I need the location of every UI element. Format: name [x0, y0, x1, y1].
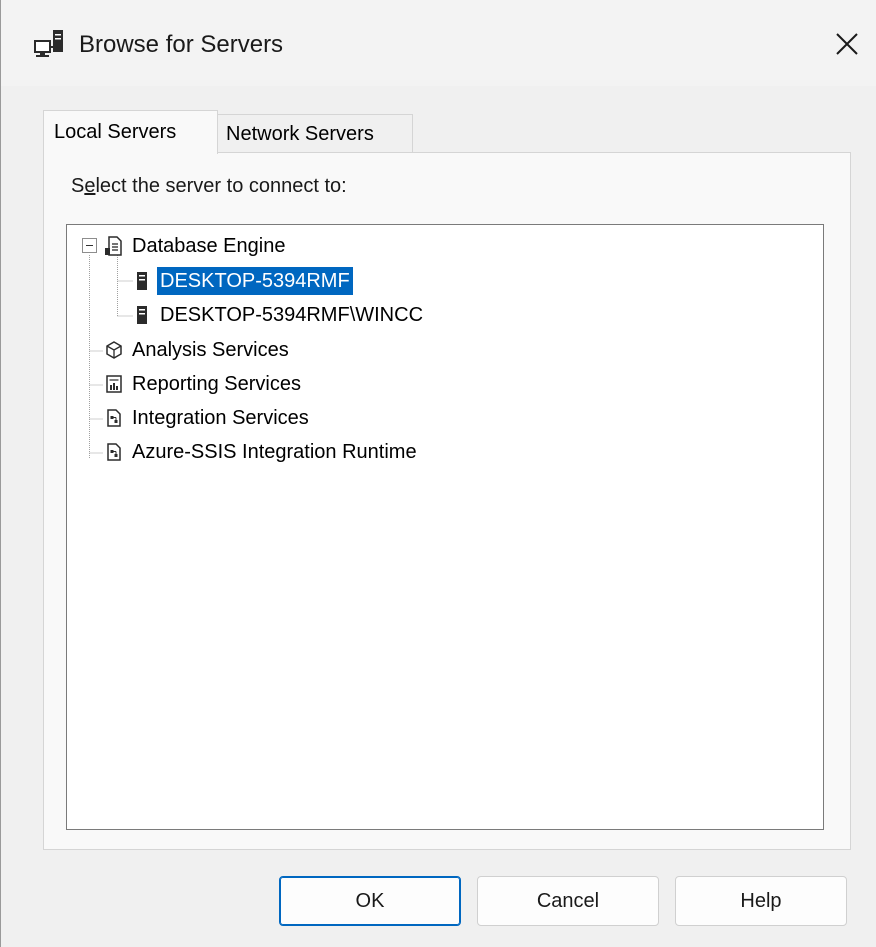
- tree-node-label: Azure-SSIS Integration Runtime: [132, 441, 417, 463]
- report-icon: [105, 374, 123, 394]
- close-button[interactable]: [827, 26, 867, 66]
- help-button[interactable]: Help: [675, 876, 847, 926]
- tree-node-database-engine[interactable]: Database Engine: [105, 230, 288, 262]
- tree-node-server-desktop-5394rmf[interactable]: DESKTOP-5394RMF: [135, 265, 353, 297]
- tree-node-label: Reporting Services: [132, 373, 301, 395]
- server-network-icon: [33, 28, 69, 62]
- collapse-database-engine-toggle[interactable]: [82, 238, 97, 253]
- tab-network-servers[interactable]: Network Servers: [217, 114, 413, 152]
- tree-node-analysis-services[interactable]: Analysis Services: [105, 334, 292, 366]
- cancel-button[interactable]: Cancel: [477, 876, 659, 926]
- tree-node-azure-ssis-integration-runtime[interactable]: Azure-SSIS Integration Runtime: [105, 436, 420, 468]
- tree-node-label: DESKTOP-5394RMF\WINCC: [160, 304, 424, 326]
- tree-node-reporting-services[interactable]: Reporting Services: [105, 368, 304, 400]
- title-bar[interactable]: Browse for Servers: [1, 0, 876, 86]
- database-engine-icon: [105, 236, 123, 256]
- server-tree[interactable]: Database Engine DESKTOP-5394RMF DESKTOP-…: [66, 224, 824, 830]
- tab-local-servers[interactable]: Local Servers: [43, 110, 218, 154]
- server-icon: [135, 271, 149, 291]
- integration-icon: [105, 442, 123, 462]
- browse-for-servers-dialog: Browse for Servers Network Servers Local…: [0, 0, 876, 947]
- ok-button[interactable]: OK: [279, 876, 461, 926]
- tab-label: Local Servers: [54, 121, 177, 143]
- close-icon: [835, 32, 859, 61]
- server-icon: [135, 305, 149, 325]
- select-server-prompt: Select the server to connect to:: [71, 175, 347, 197]
- analysis-cube-icon: [105, 340, 123, 360]
- tree-node-label: DESKTOP-5394RMF: [157, 267, 353, 295]
- tree-node-server-desktop-5394rmf-wincc[interactable]: DESKTOP-5394RMF\WINCC: [135, 299, 426, 331]
- tree-node-label: Analysis Services: [132, 339, 289, 361]
- dialog-title: Browse for Servers: [79, 31, 284, 58]
- integration-icon: [105, 408, 123, 428]
- tab-label: Network Servers: [226, 123, 374, 145]
- tree-node-label: Database Engine: [132, 235, 286, 257]
- tree-node-label: Integration Services: [132, 407, 309, 429]
- tree-node-integration-services[interactable]: Integration Services: [105, 402, 312, 434]
